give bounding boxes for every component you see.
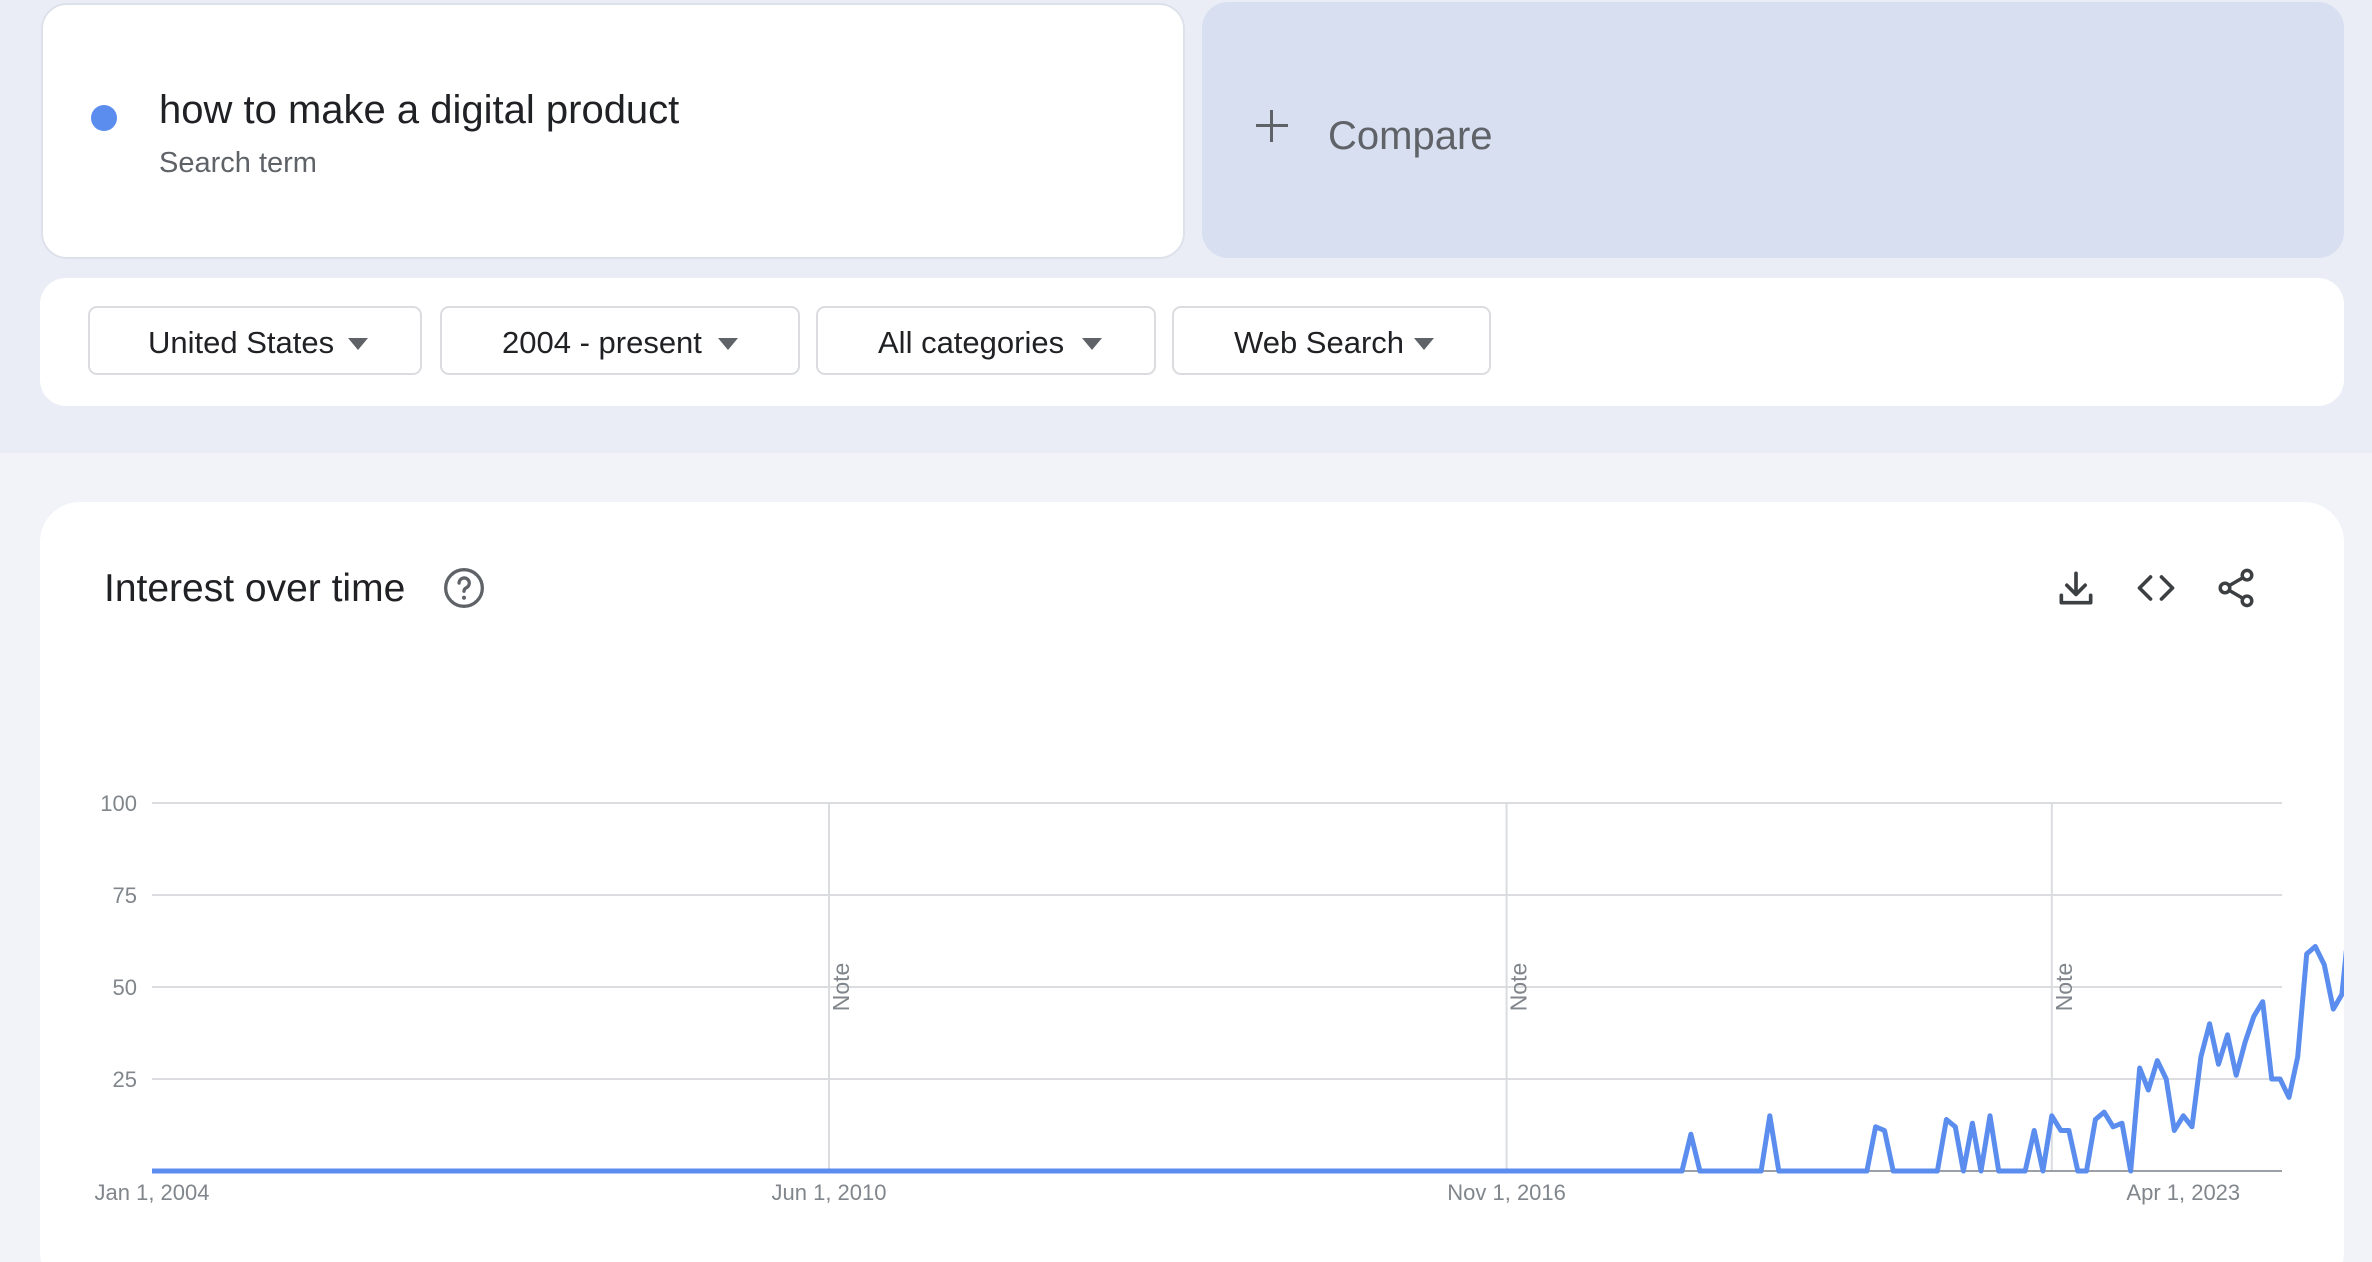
y-tick-label: 100: [100, 791, 137, 816]
search-type-filter-label: Web Search: [1234, 325, 1405, 360]
filter-bar: United States 2004 - present All categor…: [40, 278, 2344, 406]
caret-down-icon: [1082, 338, 1102, 350]
x-tick-label: Apr 1, 2023: [2126, 1180, 2240, 1205]
note-label: Note: [828, 963, 854, 1012]
caret-down-icon: [348, 338, 368, 350]
category-filter[interactable]: All categories: [816, 306, 1156, 375]
category-filter-label: All categories: [878, 325, 1065, 360]
time-range-filter-label: 2004 - present: [502, 325, 702, 360]
note-label: Note: [1506, 963, 1532, 1012]
y-tick-label: 50: [113, 975, 137, 1000]
caret-down-icon: [1414, 338, 1434, 350]
x-tick-label: Jan 1, 2004: [95, 1180, 210, 1205]
search-term-label[interactable]: how to make a digital product: [159, 88, 679, 133]
search-term-type: Search term: [159, 147, 317, 179]
caret-down-icon: [718, 338, 738, 350]
series-color-dot: [91, 105, 117, 131]
region-filter[interactable]: United States: [88, 306, 422, 375]
note-label: Note: [2051, 963, 2077, 1012]
y-tick-label: 75: [113, 883, 137, 908]
plus-icon: [1256, 110, 1288, 142]
region-filter-label: United States: [148, 325, 335, 360]
interest-over-time-card: Interest over time 100 75 50 25 Note Note Note…: [40, 502, 2344, 1262]
compare-button[interactable]: Compare: [1202, 2, 2344, 258]
time-range-filter[interactable]: 2004 - present: [440, 306, 800, 375]
search-type-filter[interactable]: Web Search: [1172, 306, 1491, 375]
x-tick-label: Jun 1, 2010: [772, 1180, 887, 1205]
compare-label: Compare: [1328, 114, 1493, 158]
search-term-card[interactable]: how to make a digital product Search ter…: [41, 3, 1185, 259]
x-tick-label: Nov 1, 2016: [1447, 1180, 1566, 1205]
interest-chart: 100 75 50 25 Note Note Note Jan 1, 2004 Jun 1, 2…: [95, 791, 2344, 1205]
y-tick-label: 25: [113, 1067, 137, 1092]
